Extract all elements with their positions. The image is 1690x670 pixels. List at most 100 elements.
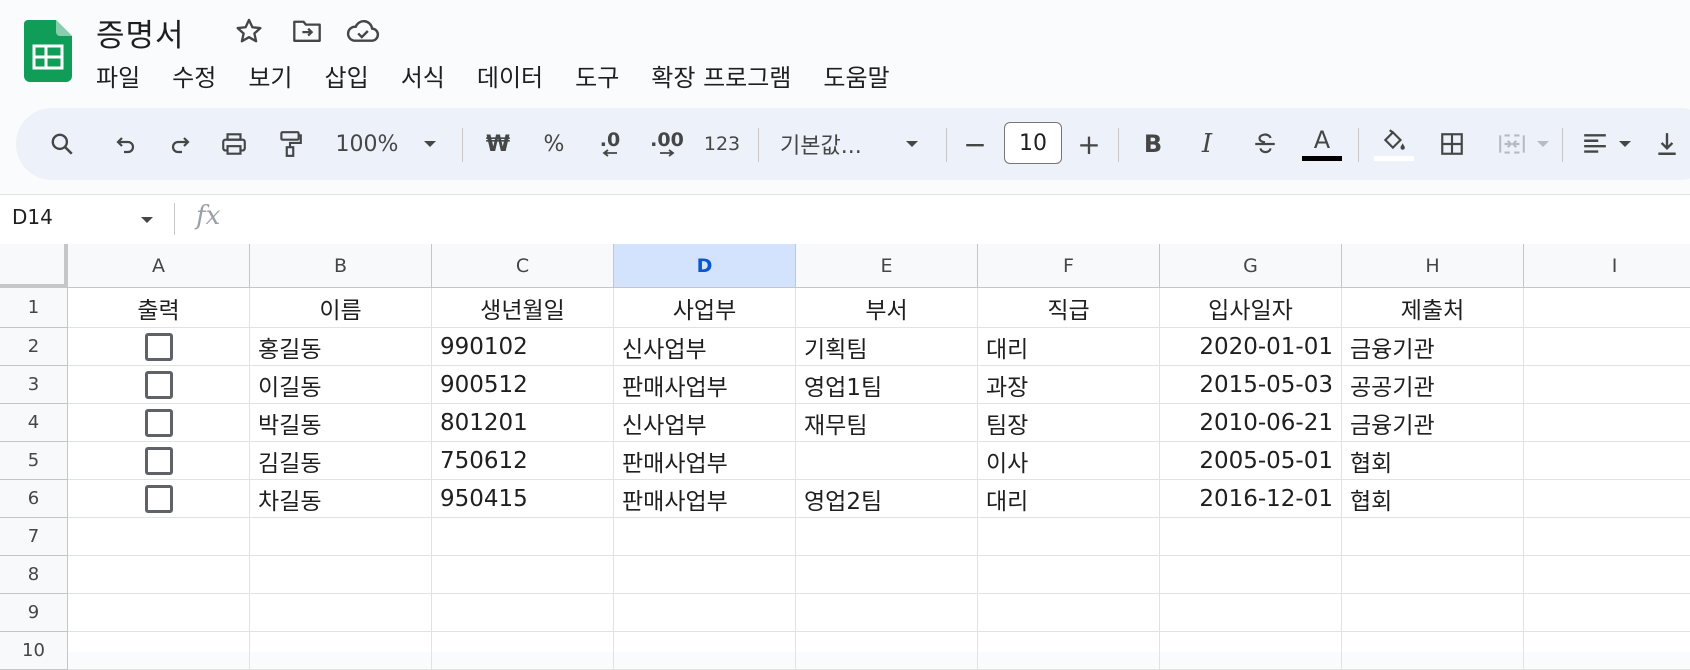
print-checkbox-cell[interactable] <box>68 442 250 480</box>
empty-cell-i8[interactable] <box>1524 556 1690 594</box>
cell-name[interactable]: 김길동 <box>250 442 432 480</box>
print-checkbox[interactable] <box>144 332 173 361</box>
redo-icon[interactable] <box>162 108 198 180</box>
font-size-input[interactable]: 10 <box>1004 122 1062 164</box>
row-header-1[interactable]: 1 <box>0 288 68 328</box>
cell-department[interactable]: 기획팀 <box>796 328 978 366</box>
print-checkbox[interactable] <box>144 370 173 399</box>
empty-cell-e10[interactable] <box>796 632 978 670</box>
row-header-8[interactable]: 8 <box>0 556 68 594</box>
paint-format-icon[interactable] <box>272 108 308 180</box>
cell-submit-to[interactable]: 공공기관 <box>1342 366 1524 404</box>
empty-cell-d10[interactable] <box>614 632 796 670</box>
horizontal-align-icon[interactable] <box>1578 108 1612 180</box>
fill-color-button[interactable] <box>1372 108 1416 180</box>
cell-rank[interactable]: 대리 <box>978 480 1160 518</box>
cell-rank[interactable]: 과장 <box>978 366 1160 404</box>
menu-insert[interactable]: 삽입 <box>325 56 381 97</box>
empty-cell-g8[interactable] <box>1160 556 1342 594</box>
cell-division[interactable]: 신사업부 <box>614 328 796 366</box>
decrease-decimal-button[interactable]: .0 <box>590 108 630 180</box>
cell-division[interactable]: 판매사업부 <box>614 366 796 404</box>
cell-division[interactable]: 판매사업부 <box>614 480 796 518</box>
document-title[interactable]: 증명서 <box>96 10 185 55</box>
cell-birth-date[interactable]: 750612 <box>432 442 614 480</box>
cell-name[interactable]: 박길동 <box>250 404 432 442</box>
empty-cell-c7[interactable] <box>432 518 614 556</box>
column-header-i[interactable]: I <box>1524 244 1690 288</box>
header-cell-birth-date[interactable]: 생년월일 <box>432 288 614 328</box>
row-header-9[interactable]: 9 <box>0 594 68 632</box>
column-header-g[interactable]: G <box>1160 244 1342 288</box>
borders-icon[interactable] <box>1434 108 1470 180</box>
header-cell-rank[interactable]: 직급 <box>978 288 1160 328</box>
cell-division[interactable]: 판매사업부 <box>614 442 796 480</box>
header-cell-print[interactable]: 출력 <box>68 288 250 328</box>
cell-department[interactable]: 영업2팀 <box>796 480 978 518</box>
row-header-10[interactable]: 10 <box>0 632 68 670</box>
vertical-align-icon[interactable] <box>1652 108 1682 180</box>
select-all-corner[interactable] <box>0 244 68 288</box>
sheets-logo-icon[interactable] <box>24 20 72 82</box>
empty-cell-a9[interactable] <box>68 594 250 632</box>
increase-decimal-button[interactable]: .00 <box>646 108 688 180</box>
empty-cell-i2[interactable] <box>1524 328 1690 366</box>
menu-extensions[interactable]: 확장 프로그램 <box>651 56 803 97</box>
header-cell-name[interactable]: 이름 <box>250 288 432 328</box>
empty-cell-c8[interactable] <box>432 556 614 594</box>
menu-format[interactable]: 서식 <box>401 56 457 97</box>
cell-department[interactable] <box>796 442 978 480</box>
undo-icon[interactable] <box>108 108 144 180</box>
print-checkbox-cell[interactable] <box>68 480 250 518</box>
number-format-button[interactable]: 123 <box>702 108 742 180</box>
row-header-5[interactable]: 5 <box>0 442 68 480</box>
print-icon[interactable] <box>216 108 252 180</box>
menu-file[interactable]: 파일 <box>96 56 152 97</box>
row-header-4[interactable]: 4 <box>0 404 68 442</box>
menu-tools[interactable]: 도구 <box>575 56 631 97</box>
column-header-h[interactable]: H <box>1342 244 1524 288</box>
cell-rank[interactable]: 이사 <box>978 442 1160 480</box>
empty-cell-f8[interactable] <box>978 556 1160 594</box>
bold-button[interactable]: B <box>1138 108 1168 180</box>
cell-birth-date[interactable]: 900512 <box>432 366 614 404</box>
cell-birth-date[interactable]: 801201 <box>432 404 614 442</box>
row-header-7[interactable]: 7 <box>0 518 68 556</box>
cell-submit-to[interactable]: 금융기관 <box>1342 328 1524 366</box>
empty-cell-e7[interactable] <box>796 518 978 556</box>
menu-help[interactable]: 도움말 <box>823 56 901 97</box>
cell-submit-to[interactable]: 금융기관 <box>1342 404 1524 442</box>
empty-cell-d7[interactable] <box>614 518 796 556</box>
cloud-saved-icon[interactable] <box>346 14 380 48</box>
empty-cell-g10[interactable] <box>1160 632 1342 670</box>
empty-cell-i10[interactable] <box>1524 632 1690 670</box>
cell-division[interactable]: 신사업부 <box>614 404 796 442</box>
italic-button[interactable]: I <box>1192 108 1222 180</box>
column-header-a[interactable]: A <box>68 244 250 288</box>
percent-format-button[interactable]: % <box>536 108 572 180</box>
column-header-f[interactable]: F <box>978 244 1160 288</box>
text-color-button[interactable]: A <box>1300 108 1344 180</box>
column-header-b[interactable]: B <box>250 244 432 288</box>
empty-cell-a8[interactable] <box>68 556 250 594</box>
empty-cell-h8[interactable] <box>1342 556 1524 594</box>
empty-cell-a10[interactable] <box>68 632 250 670</box>
empty-cell-i4[interactable] <box>1524 404 1690 442</box>
column-header-e[interactable]: E <box>796 244 978 288</box>
print-checkbox-cell[interactable] <box>68 366 250 404</box>
row-header-2[interactable]: 2 <box>0 328 68 366</box>
cell-department[interactable]: 재무팀 <box>796 404 978 442</box>
menu-data[interactable]: 데이터 <box>477 56 555 97</box>
empty-cell-e8[interactable] <box>796 556 978 594</box>
column-header-c[interactable]: C <box>432 244 614 288</box>
empty-cell-f9[interactable] <box>978 594 1160 632</box>
print-checkbox-cell[interactable] <box>68 328 250 366</box>
header-cell-department[interactable]: 부서 <box>796 288 978 328</box>
empty-cell-d8[interactable] <box>614 556 796 594</box>
cell-submit-to[interactable]: 협회 <box>1342 442 1524 480</box>
menu-edit[interactable]: 수정 <box>172 56 228 97</box>
cell-rank[interactable]: 팀장 <box>978 404 1160 442</box>
font-chevron-down-icon[interactable] <box>900 108 924 180</box>
currency-format-button[interactable]: ₩ <box>480 108 516 180</box>
cell-rank[interactable]: 대리 <box>978 328 1160 366</box>
